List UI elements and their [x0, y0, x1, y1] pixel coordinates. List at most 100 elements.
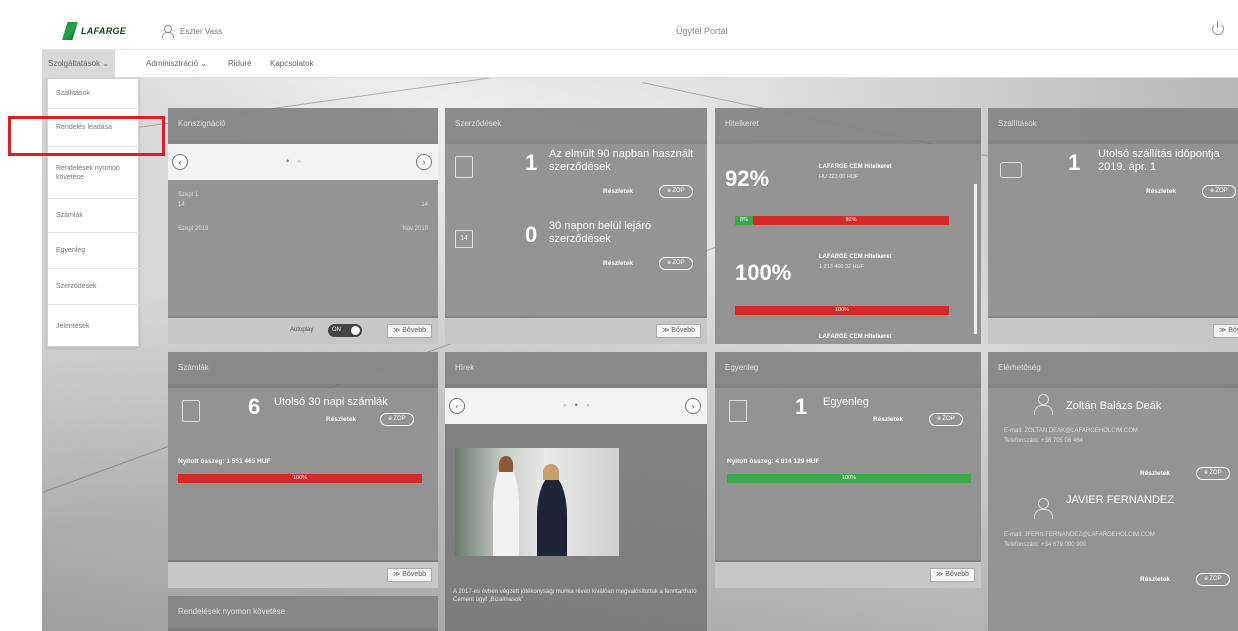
credit-bar-used: 92% [753, 216, 949, 225]
more-button[interactable]: ≫ Bővebb [1212, 324, 1238, 338]
date-end: Nov 2019 [402, 226, 428, 232]
zop-badge[interactable]: ɵ ZOP [1202, 185, 1236, 198]
carousel-dots[interactable]: ◦ • ◦ [563, 400, 593, 410]
balance-text: Egyenleg [823, 396, 869, 408]
contact-email[interactable]: E-mail: ZOLTAN.DEAK@LAFARGEHOLCIM.COM [1004, 428, 1138, 434]
card-consignment: Konszignáció ‹ • ◦ › Szept 1 14 14 Szept… [168, 108, 438, 344]
carousel-dots[interactable]: • ◦ [286, 156, 304, 166]
credit-name: LAFARGE CEM Hitelkeret [819, 254, 892, 260]
card-title: Hírek [445, 352, 707, 384]
open-amount: Nyitott összeg: 4 614 129 HUF [727, 458, 820, 465]
user-icon [162, 25, 174, 38]
details-link[interactable]: Részletek [603, 260, 633, 267]
card-contracts: Szerződések 1 Az elmúlt 90 napban haszná… [445, 108, 707, 344]
balance-icon [729, 400, 747, 422]
zop-badge[interactable]: ɵ ZOP [929, 413, 963, 426]
details-link[interactable]: Részletek [603, 188, 633, 195]
contact-phone: Telefonszám: +36 705 06 464 [1004, 438, 1083, 444]
autoplay-toggle[interactable]: ON [328, 324, 362, 337]
carousel-next-button[interactable]: › [685, 398, 701, 414]
delivery-count: 1 [1068, 150, 1081, 175]
more-button[interactable]: ≫ Bővebb [655, 324, 701, 338]
carousel-prev-button[interactable]: ‹ [449, 398, 465, 414]
invoice-count: 6 [248, 394, 261, 419]
carousel-next-button[interactable]: › [416, 154, 432, 170]
credit-bar-free: 8% [735, 216, 753, 225]
portal-app: LAFARGE Eszter Vass Ügyfél Portál Szolgá… [42, 12, 1238, 631]
menu-item-reports[interactable]: Jelentések [48, 305, 140, 347]
invoice-text: Utolsó 30 napi számlák [274, 396, 388, 408]
nav-contacts[interactable]: Kapcsolatok [264, 50, 320, 78]
nav-administration[interactable]: Adminisztráció ⌄ [140, 50, 213, 78]
card-title: Hitelkeret [715, 108, 981, 140]
card-footer: ≫ Bővebb [445, 318, 707, 344]
card-footer: ≫ Bővebb [168, 562, 438, 588]
zop-badge[interactable]: ɵ ZOP [380, 413, 414, 426]
contact-name: Zoltán Balázs Deák [1066, 400, 1162, 412]
card-title: Szállítások [988, 108, 1238, 140]
details-link[interactable]: Részletek [873, 416, 903, 423]
contracts-expiring-count: 0 [525, 222, 538, 247]
details-link[interactable]: Részletek [1140, 576, 1170, 583]
card-footer: ≫ Bővebb [988, 318, 1238, 344]
card-body: Szept 1 14 14 Szept 2019 Nov 2019 [168, 180, 438, 316]
contact-email[interactable]: E-mail: JFERN.FERNANDEZ@LAFARGEHOLCIM.CO… [1004, 532, 1155, 538]
card-balance: Egyenleg 1 Egyenleg Részletek ɵ ZOP Nyit… [715, 352, 981, 588]
main-navigation: Szolgáltatások ⌄ Adminisztráció ⌄ Riduré… [42, 50, 1238, 78]
photo-figure [543, 464, 559, 480]
delivery-text: Utolsó szállítás időpontja 2019. ápr. 1 [1098, 148, 1220, 173]
logo-mark-icon [62, 22, 78, 40]
credit-name: LAFARGE CEM Hitelkeret [819, 334, 892, 340]
invoice-icon [182, 400, 200, 422]
user-menu[interactable]: Eszter Vass [162, 25, 223, 38]
row-value: 14 [178, 202, 185, 208]
news-photo[interactable] [455, 448, 619, 556]
date-start: Szept 2019 [178, 226, 209, 232]
menu-item-invoices[interactable]: Számlák [48, 199, 140, 233]
card-title: Számlák [168, 352, 438, 384]
card-deliveries: Szállítások 1 Utolsó szállítás időpontja… [988, 108, 1238, 344]
credit-amount: HU 223 00 HUF [819, 174, 859, 180]
more-button[interactable]: ≫ Bővebb [386, 324, 432, 338]
balance-count: 1 [795, 394, 808, 419]
zop-badge[interactable]: ɵ ZOP [1196, 573, 1230, 586]
row-value: 14 [421, 202, 428, 208]
scrollbar[interactable] [974, 184, 977, 334]
row-label: Szept 1 [178, 192, 199, 198]
details-link[interactable]: Részletek [1140, 470, 1170, 477]
zop-badge[interactable]: ɵ ZOP [659, 185, 693, 198]
card-body: 1 Utolsó szállítás időpontja 2019. ápr. … [988, 144, 1238, 316]
nav-services[interactable]: Szolgáltatások ⌄ [42, 50, 115, 78]
card-title: Egyenleg [715, 352, 981, 384]
portal-title: Ügyfél Portál [676, 26, 728, 36]
contracts-used-count: 1 [525, 150, 538, 175]
card-footer: ≫ Bővebb [715, 562, 981, 588]
credit-percent: 100% [735, 260, 792, 285]
more-button[interactable]: ≫ Bővebb [929, 568, 975, 582]
contact-name: JAVIER FERNANDEZ [1066, 494, 1174, 506]
user-name: Eszter Vass [180, 26, 223, 36]
menu-item-balance[interactable]: Egyenleg [48, 233, 140, 269]
card-title: Rendelések nyomon követése [168, 596, 438, 628]
carousel-prev-button[interactable]: ‹ [172, 154, 188, 170]
credit-bar-used: 100% [735, 306, 949, 315]
lafarge-logo[interactable]: LAFARGE [62, 22, 126, 40]
contracts-expiring-text: 30 napon belül lejáró szerződések [549, 220, 652, 245]
menu-item-contracts[interactable]: Szerződések [48, 269, 140, 305]
card-credit-limit: Hitelkeret 92% LAFARGE CEM Hitelkeret HU… [715, 108, 981, 344]
credit-amount: 1 213 400 32 HUF [819, 264, 864, 270]
zop-badge[interactable]: ɵ ZOP [659, 257, 693, 270]
calendar-day: 14 [460, 235, 468, 242]
card-contacts: Elérhetőség Zoltán Balázs Deák E-mail: Z… [988, 352, 1238, 631]
logout-power-icon[interactable] [1212, 21, 1224, 35]
person-icon [1034, 498, 1053, 520]
nav-riduré[interactable]: Riduré [222, 50, 258, 78]
truck-icon [1000, 162, 1022, 178]
details-link[interactable]: Részletek [1146, 188, 1176, 195]
card-body: 1 Az elmúlt 90 napban használt szerződés… [445, 144, 707, 316]
card-order-tracking: Rendelések nyomon követése [168, 596, 438, 631]
zop-badge[interactable]: ɵ ZOP [1196, 467, 1230, 480]
more-button[interactable]: ≫ Bővebb [386, 568, 432, 582]
details-link[interactable]: Részletek [326, 416, 356, 423]
menu-item-deliveries[interactable]: Szállítások [48, 79, 140, 109]
